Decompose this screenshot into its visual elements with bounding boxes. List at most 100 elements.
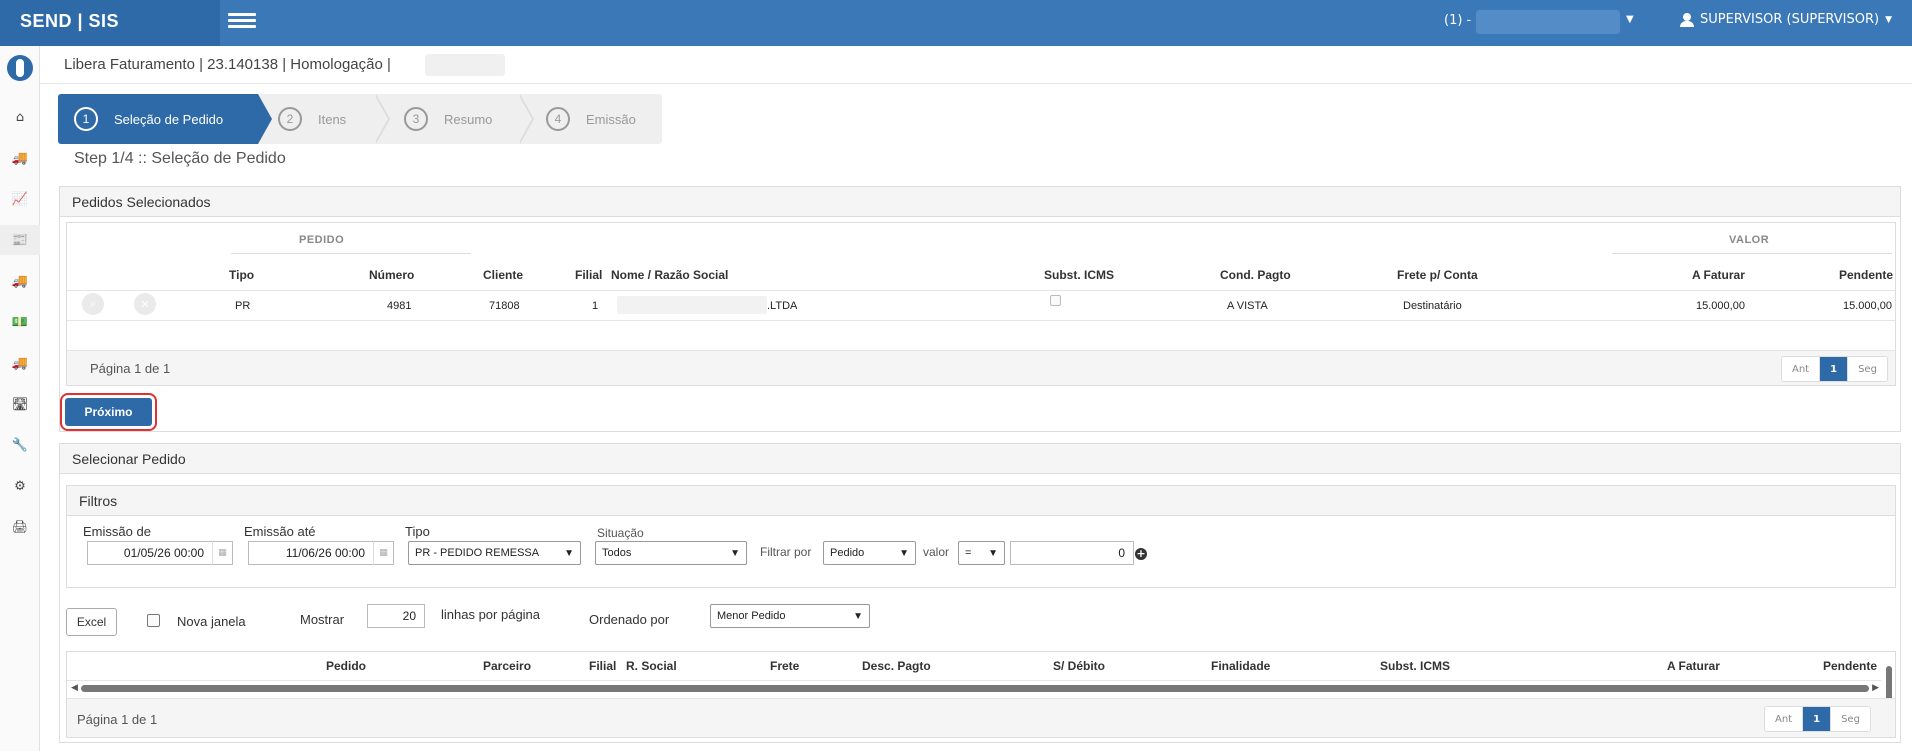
truck-icon[interactable]: 🚚 xyxy=(0,348,40,378)
pagination-text: Página 1 de 1 xyxy=(77,712,158,727)
header-divider xyxy=(67,290,1895,291)
wizard-step-4[interactable]: 4 Emissão xyxy=(546,94,662,144)
scroll-left-icon[interactable]: ◀ xyxy=(71,683,78,693)
col-a-faturar[interactable]: A Faturar xyxy=(1667,659,1720,673)
col-frete[interactable]: Frete xyxy=(770,659,799,673)
situacao-select[interactable]: Todos ▼ xyxy=(595,541,747,565)
step-label: Itens xyxy=(318,111,347,127)
add-filter-icon[interactable]: + xyxy=(1135,548,1147,560)
chevron-down-icon: ▼ xyxy=(853,610,863,622)
col-cliente[interactable]: Cliente xyxy=(483,268,523,282)
pager-next[interactable]: Seg xyxy=(1831,707,1870,731)
cell-cliente: 71808 xyxy=(489,300,520,312)
left-sidebar: ⌂ 🚚 📈 📰 🚚 💵 🚚 🛣 🔧 ⚙ 🖨 xyxy=(0,46,40,751)
ordenado-por-select[interactable]: Menor Pedido ▼ xyxy=(710,604,870,628)
emissao-de-label: Emissão de xyxy=(83,524,151,539)
cell-nome-redacted xyxy=(617,296,767,314)
filtrar-por-select[interactable]: Pedido ▼ xyxy=(823,541,916,565)
col-a-faturar[interactable]: A Faturar xyxy=(1692,268,1745,282)
step-title: Step 1/4 :: Seleção de Pedido xyxy=(74,150,286,167)
col-desc-pagto[interactable]: Desc. Pagto xyxy=(862,659,931,673)
brand-area: SEND | SIS xyxy=(0,0,220,46)
step-label: Emissão xyxy=(586,111,636,127)
panel-title: Pedidos Selecionados xyxy=(60,187,1900,217)
mostrar-input[interactable]: 20 xyxy=(367,604,425,628)
col-pendente[interactable]: Pendente xyxy=(1839,268,1893,282)
user-name: SUPERVISOR (SUPERVISOR) xyxy=(1700,12,1880,27)
search-icon[interactable]: ⌕ xyxy=(82,293,104,315)
environment-label[interactable]: (1) - xyxy=(1444,13,1471,28)
tipo-label: Tipo xyxy=(405,524,430,539)
hamburger-menu-icon[interactable] xyxy=(228,10,256,32)
wizard-step-1[interactable]: 1 Seleção de Pedido xyxy=(58,94,272,144)
wrench-icon[interactable]: 🔧 xyxy=(0,430,40,460)
col-tipo[interactable]: Tipo xyxy=(229,268,254,282)
col-subst-icms[interactable]: Subst. ICMS xyxy=(1380,659,1450,673)
col-frete[interactable]: Frete p/ Conta xyxy=(1397,268,1478,282)
orders-table: Pedido Parceiro Filial R. Social Frete D… xyxy=(66,651,1896,738)
operator-select[interactable]: = ▼ xyxy=(958,541,1005,565)
horizontal-scrollbar[interactable]: ◀ ▶ xyxy=(69,682,1881,694)
cell-a-faturar: 15.000,00 xyxy=(1696,300,1745,312)
cell-pendente: 15.000,00 xyxy=(1843,300,1892,312)
brand-logo[interactable]: SEND | SIS xyxy=(20,11,119,32)
newspaper-icon[interactable]: 📰 xyxy=(0,225,40,255)
ordenado-por-label: Ordenado por xyxy=(589,612,670,627)
col-filial[interactable]: Filial xyxy=(589,659,616,673)
col-parceiro[interactable]: Parceiro xyxy=(483,659,531,673)
pager-prev[interactable]: Ant xyxy=(1782,357,1821,381)
next-button[interactable]: Próximo xyxy=(65,398,152,426)
pager-next[interactable]: Seg xyxy=(1848,357,1887,381)
environment-caret-icon[interactable]: ▼ xyxy=(1626,14,1634,25)
col-filial[interactable]: Filial xyxy=(575,268,602,282)
truck-icon[interactable]: 🚚 xyxy=(0,143,40,173)
col-pendente[interactable]: Pendente xyxy=(1823,659,1877,673)
col-r-social[interactable]: R. Social xyxy=(626,659,677,673)
print-icon[interactable]: 🖨 xyxy=(0,512,40,542)
col-s-debito[interactable]: S/ Débito xyxy=(1053,659,1105,673)
col-pedido[interactable]: Pedido xyxy=(326,659,366,673)
road-icon[interactable]: 🛣 xyxy=(0,389,40,419)
subst-icms-checkbox[interactable] xyxy=(1050,295,1061,306)
money-icon[interactable]: 💵 xyxy=(0,307,40,337)
home-icon[interactable]: ⌂ xyxy=(0,102,40,132)
col-cond-pagto[interactable]: Cond. Pagto xyxy=(1220,268,1291,282)
area-chart-icon[interactable]: 📈 xyxy=(0,184,40,214)
cell-cond: A VISTA xyxy=(1227,300,1268,312)
operator-value: = xyxy=(965,547,972,559)
excel-button[interactable]: Excel xyxy=(66,608,117,636)
pager-prev[interactable]: Ant xyxy=(1765,707,1804,731)
chevron-down-icon: ▼ xyxy=(899,547,909,559)
calendar-icon[interactable]: ▦ xyxy=(212,541,232,565)
wizard-steps: 1 Seleção de Pedido 2 Itens 3 Resumo 4 E… xyxy=(58,94,662,144)
app-logo-icon[interactable] xyxy=(7,55,33,81)
nova-janela-checkbox[interactable] xyxy=(147,614,160,627)
col-numero[interactable]: Número xyxy=(369,268,414,282)
wizard-step-3[interactable]: 3 Resumo xyxy=(404,94,534,144)
gears-icon[interactable]: ⚙ xyxy=(0,471,40,501)
scroll-thumb[interactable] xyxy=(81,685,1869,692)
situacao-value: Todos xyxy=(602,547,632,559)
calendar-icon[interactable]: ▦ xyxy=(373,541,393,565)
col-finalidade[interactable]: Finalidade xyxy=(1211,659,1270,673)
valor-label: valor xyxy=(923,545,950,559)
pager-page-1[interactable]: 1 xyxy=(1820,357,1849,381)
chevron-down-icon: ▼ xyxy=(988,547,998,559)
pager-page-1[interactable]: 1 xyxy=(1803,707,1832,731)
valor-input[interactable]: 0 xyxy=(1010,541,1134,565)
truck-icon[interactable]: 🚚 xyxy=(0,266,40,296)
scroll-right-icon[interactable]: ▶ xyxy=(1872,683,1879,693)
user-menu[interactable]: SUPERVISOR (SUPERVISOR) ▼ xyxy=(1680,12,1892,27)
chevron-down-icon: ▼ xyxy=(730,547,740,559)
selected-orders-table: PEDIDO VALOR Tipo Número Cliente Filial … xyxy=(66,222,1896,386)
close-icon[interactable]: ✕ xyxy=(134,293,156,315)
step-number: 4 xyxy=(546,107,570,131)
pagination-text: Página 1 de 1 xyxy=(90,361,171,376)
step-label: Seleção de Pedido xyxy=(114,111,224,127)
environment-name-redacted xyxy=(1476,10,1620,34)
cell-frete: Destinatário xyxy=(1403,300,1462,312)
step-label: Resumo xyxy=(444,111,493,127)
col-subst-icms[interactable]: Subst. ICMS xyxy=(1044,268,1114,282)
col-nome[interactable]: Nome / Razão Social xyxy=(611,268,728,282)
tipo-select[interactable]: PR - PEDIDO REMESSA ▼ xyxy=(408,541,581,565)
